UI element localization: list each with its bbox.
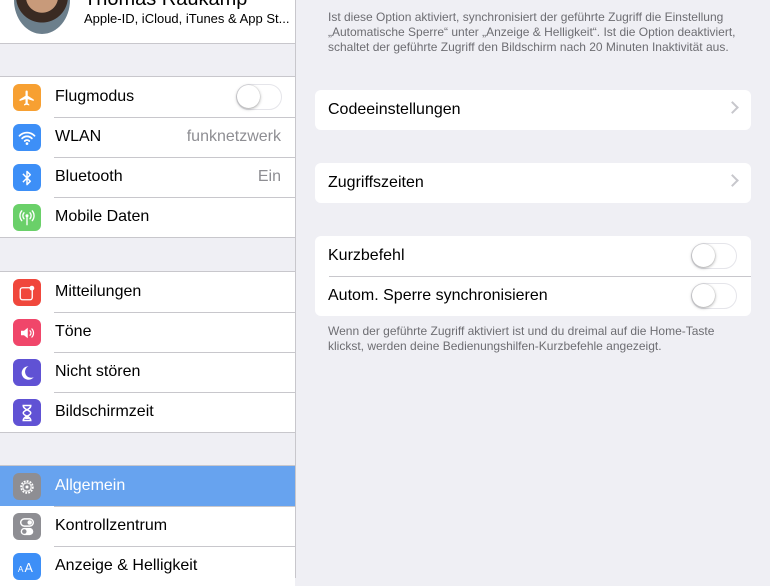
autolock-sync-toggle[interactable] xyxy=(691,283,737,309)
connectivity-group: Flugmodus WLAN funknetzwerk Bluetooth Ei… xyxy=(0,76,295,238)
svg-text:A: A xyxy=(18,564,24,574)
settings-sidebar: Thomas Raukamp Apple-ID, iCloud, iTunes … xyxy=(0,0,296,586)
sidebar-item-label: Bildschirmzeit xyxy=(55,403,154,420)
passcode-settings-card: Codeeinstellungen xyxy=(315,90,751,130)
bluetooth-icon xyxy=(13,164,41,191)
profile-name: Thomas Raukamp xyxy=(84,0,247,11)
sidebar-item-label: Nicht stören xyxy=(55,363,141,380)
sidebar-item-label: Mitteilungen xyxy=(55,283,142,300)
time-limits-label: Zugriffszeiten xyxy=(328,174,424,191)
airplane-icon xyxy=(13,84,41,111)
sidebar-item-bildschirmzeit[interactable]: Bildschirmzeit xyxy=(0,392,295,432)
sidebar-item-mitteilungen[interactable]: Mitteilungen xyxy=(0,272,295,312)
text-size-icon: AA xyxy=(13,553,41,580)
bluetooth-status-value: Ein xyxy=(257,168,281,185)
sidebar-item-label: Bluetooth xyxy=(55,168,123,185)
notifications-group: Mitteilungen Töne Nicht stören Bildschir… xyxy=(0,271,295,433)
shortcut-label: Kurzbefehl xyxy=(328,247,405,264)
sidebar-item-label: Mobile Daten xyxy=(55,208,150,225)
chevron-right-icon xyxy=(726,174,739,187)
avatar xyxy=(14,0,70,34)
sidebar-item-label: Allgemein xyxy=(55,477,126,494)
sidebar-item-wlan[interactable]: WLAN funknetzwerk xyxy=(0,117,295,157)
shortcut-footnote: Wenn der geführte Zugriff aktiviert ist … xyxy=(328,324,715,353)
sidebar-item-toene[interactable]: Töne xyxy=(0,312,295,352)
autolock-sync-row: Autom. Sperre synchronisieren xyxy=(315,276,751,316)
passcode-settings-row[interactable]: Codeeinstellungen xyxy=(315,90,751,130)
shortcut-toggle[interactable] xyxy=(691,243,737,269)
sidebar-item-kontrollzentrum[interactable]: Kontrollzentrum xyxy=(0,506,295,546)
speaker-icon xyxy=(13,319,41,346)
sidebar-item-bluetooth[interactable]: Bluetooth Ein xyxy=(0,157,295,197)
profile-subtitle: Apple-ID, iCloud, iTunes & App St... xyxy=(84,11,290,26)
autolock-sync-label: Autom. Sperre synchronisieren xyxy=(328,287,548,304)
chevron-right-icon xyxy=(726,101,739,114)
general-group: Allgemein Kontrollzentrum AA Anzeige & H… xyxy=(0,465,295,586)
wifi-icon xyxy=(13,124,41,151)
hourglass-icon xyxy=(13,399,41,426)
gear-icon xyxy=(13,473,41,500)
sidebar-item-mobile-daten[interactable]: Mobile Daten xyxy=(0,197,295,237)
switches-icon xyxy=(13,513,41,540)
moon-icon xyxy=(13,359,41,386)
guided-access-detail: Ist diese Option aktiviert, synchronisie… xyxy=(296,0,770,578)
time-limits-card: Zugriffszeiten xyxy=(315,163,751,203)
sidebar-item-label: Flugmodus xyxy=(55,88,135,105)
apple-id-profile-row[interactable]: Thomas Raukamp Apple-ID, iCloud, iTunes … xyxy=(0,0,295,44)
wlan-network-value: funknetzwerk xyxy=(186,128,281,145)
antenna-icon xyxy=(13,204,41,231)
sidebar-item-label: Kontrollzentrum xyxy=(55,517,168,534)
shortcut-card: Kurzbefehl Autom. Sperre synchronisieren xyxy=(315,236,751,316)
sidebar-item-nicht-stoeren[interactable]: Nicht stören xyxy=(0,352,295,392)
sidebar-item-allgemein[interactable]: Allgemein xyxy=(0,466,295,506)
sidebar-item-label: Anzeige & Helligkeit xyxy=(55,557,198,574)
svg-text:A: A xyxy=(25,561,34,574)
airplane-mode-toggle[interactable] xyxy=(236,84,282,110)
passcode-settings-label: Codeeinstellungen xyxy=(328,101,461,118)
shortcut-row: Kurzbefehl xyxy=(315,236,751,276)
sidebar-item-label: WLAN xyxy=(55,128,102,145)
sidebar-item-anzeige-helligkeit[interactable]: AA Anzeige & Helligkeit xyxy=(0,546,295,586)
sidebar-item-flugmodus[interactable]: Flugmodus xyxy=(0,77,295,117)
autolock-sync-footnote: Ist diese Option aktiviert, synchronisie… xyxy=(328,10,736,54)
notifications-icon xyxy=(13,279,41,306)
time-limits-row[interactable]: Zugriffszeiten xyxy=(315,163,751,203)
sidebar-item-label: Töne xyxy=(55,323,92,340)
